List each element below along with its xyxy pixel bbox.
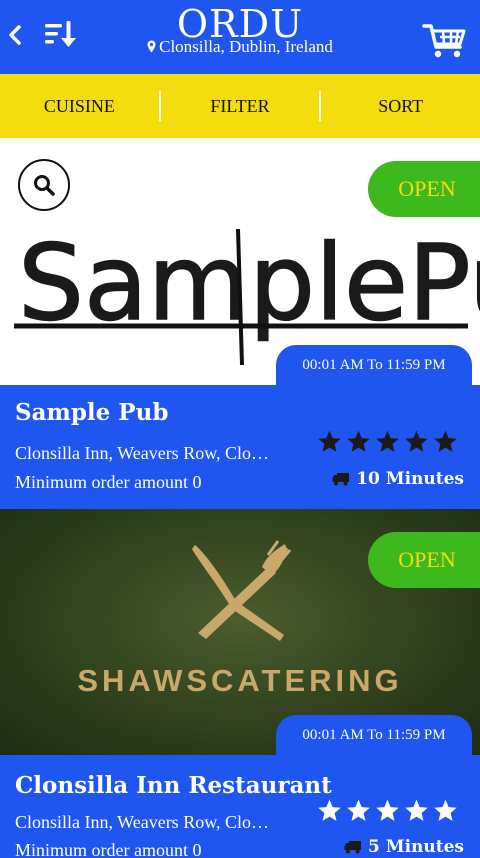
delivery-time-label: 10 Minutes (356, 469, 464, 489)
restaurant-address: Clonsilla Inn, Weavers Row, Clonsilla (15, 812, 277, 832)
minimum-order: Minimum order amount 0 (15, 472, 202, 492)
restaurant-image[interactable]: SamplePub OPEN 00:01 AM To 11:59 PM (0, 139, 480, 385)
star-icon (405, 430, 428, 452)
restaurant-card[interactable]: SHAWSCATERING OPEN 00:01 AM To 11:59 PM … (0, 509, 480, 858)
delivery-time-label: 5 Minutes (368, 837, 464, 857)
restaurant-info: Clonsilla Inn Restaurant Clonsilla Inn, … (0, 755, 480, 858)
star-icon (318, 430, 341, 452)
truck-icon (344, 841, 362, 854)
restaurant-name: Clonsilla Inn Restaurant (15, 772, 332, 799)
restaurant-name: Sample Pub (15, 399, 169, 426)
delivery-time: 5 Minutes (344, 837, 464, 857)
sort-descending-icon (45, 21, 76, 47)
cart-button[interactable] (422, 20, 468, 60)
star-icon (434, 430, 457, 452)
search-icon (34, 175, 55, 196)
opening-hours: 00:01 AM To 11:59 PM (276, 715, 472, 755)
current-location[interactable]: Clonsilla, Dublin, Ireland (120, 37, 360, 58)
category-tab-bar: CUISINE FILTER SORT (0, 74, 480, 138)
tab-cuisine[interactable]: CUISINE (0, 74, 159, 138)
restaurant-logo-text: SHAWSCATERING (77, 663, 403, 698)
star-icon (318, 799, 341, 821)
star-rating (317, 798, 458, 823)
open-status-badge: OPEN (368, 532, 480, 588)
search-button[interactable] (18, 159, 70, 211)
delivery-time: 10 Minutes (332, 469, 464, 489)
tab-filter[interactable]: FILTER (161, 74, 320, 138)
star-icon (376, 799, 399, 821)
open-status-badge: OPEN (368, 161, 480, 217)
star-icon (405, 799, 428, 821)
back-button[interactable] (4, 20, 26, 50)
app-header: ORDU Clonsilla, Dublin, Ireland (0, 0, 480, 74)
star-icon (376, 430, 399, 452)
star-icon (434, 799, 457, 821)
restaurant-address: Clonsilla Inn, Weavers Row, Clonsilla (15, 443, 277, 463)
restaurant-info: Sample Pub Clonsilla Inn, Weavers Row, C… (0, 385, 480, 509)
minimum-order: Minimum order amount 0 (15, 840, 202, 858)
star-icon (347, 799, 370, 821)
chevron-left-icon (9, 25, 21, 45)
star-rating (317, 429, 458, 454)
location-label: Clonsilla, Dublin, Ireland (159, 37, 333, 56)
cart-icon (422, 24, 466, 58)
tab-sort[interactable]: SORT (321, 74, 480, 138)
map-pin-icon (147, 38, 156, 58)
sort-button[interactable] (42, 18, 80, 52)
opening-hours: 00:01 AM To 11:59 PM (276, 345, 472, 385)
restaurant-image[interactable]: SHAWSCATERING OPEN 00:01 AM To 11:59 PM (0, 509, 480, 755)
restaurant-card[interactable]: SamplePub OPEN 00:01 AM To 11:59 PM Samp… (0, 139, 480, 509)
star-icon (347, 430, 370, 452)
truck-icon (332, 473, 350, 486)
